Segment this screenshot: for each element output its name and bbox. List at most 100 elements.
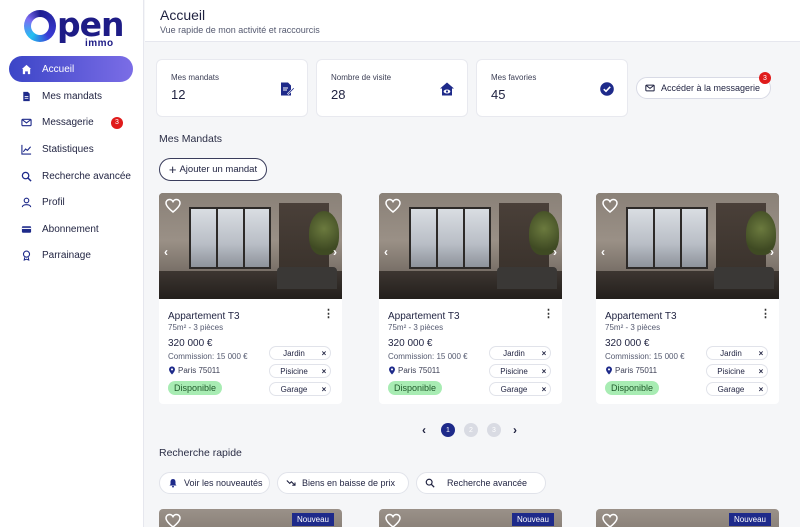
card-menu-icon[interactable]: ⋮ [760,309,771,320]
sidebar-nav: Accueil Mes mandats Messagerie 3 Statist… [9,56,133,269]
amenity-tag-label: Garage [500,384,528,394]
sidebar-item-mes-mandats[interactable]: Mes mandats [9,83,133,110]
property-photo[interactable]: ‹ › [379,193,562,299]
sidebar-item-label: Statistiques [42,143,94,155]
sidebar-item-label: Profil [42,197,65,209]
sidebar-item-abonnement[interactable]: Abonnement [9,216,133,243]
pagination-next-button[interactable]: › [513,423,517,437]
property-photo[interactable]: ‹ › [159,193,342,299]
location-pin-icon [606,366,612,375]
quick-search-card[interactable]: Nouveau [596,509,779,527]
sidebar-item-parrainage[interactable]: Parrainage [9,243,133,270]
property-location: Paris 75011 [605,366,657,375]
sidebar-item-accueil[interactable]: Accueil [9,56,133,82]
property-location: Paris 75011 [168,366,220,375]
mail-icon [19,116,33,130]
page-header: Accueil Vue rapide de mon activité et ra… [145,0,800,42]
open-messaging-label: Accéder à la messagerie [661,83,761,93]
favorite-heart-icon[interactable] [385,513,401,527]
sidebar-item-profil[interactable]: Profil [9,189,133,216]
property-price: 320 000 € [605,338,650,349]
add-mandat-button[interactable]: + Ajouter un mandat [159,158,267,181]
amenity-tag[interactable]: Pisicine × [269,364,331,378]
favorite-heart-icon[interactable] [165,513,181,527]
pagination-prev-button[interactable]: ‹ [422,423,426,437]
sidebar-item-label: Accueil [42,63,75,75]
remove-tag-icon[interactable]: × [538,385,550,394]
photo-window [409,207,491,269]
open-messaging-button[interactable]: Accéder à la messagerie [636,77,771,99]
bell-icon [169,479,177,488]
photo-prev-chevron-icon[interactable]: ‹ [164,245,168,259]
stat-card-visites[interactable]: Nombre de visite 28 [316,59,468,117]
new-badge: Nouveau [728,513,771,526]
favorite-heart-icon[interactable] [602,198,618,214]
open-immo-logo[interactable]: pen immo [24,5,124,54]
amenity-tag-label: Pisicine [280,366,308,376]
photo-prev-chevron-icon[interactable]: ‹ [601,245,605,259]
quick-search-card[interactable]: Nouveau [379,509,562,527]
pagination-page-1[interactable]: 1 [441,423,455,437]
photo-sofa [277,267,337,289]
advanced-search-label: Recherche avancée [447,478,528,488]
search-icon [425,478,435,488]
amenity-tag[interactable]: Garage × [489,382,551,396]
amenity-tag[interactable]: Pisicine × [706,364,768,378]
sidebar-item-recherche-avancee[interactable]: Recherche avancée [9,163,133,190]
new-listings-button[interactable]: Voir les nouveautés [159,472,270,494]
property-name: Appartement T3 [605,311,677,322]
photo-next-chevron-icon[interactable]: › [553,245,557,259]
remove-tag-icon[interactable]: × [318,385,330,394]
remove-tag-icon[interactable]: × [755,349,767,358]
quick-search-card[interactable]: Nouveau [159,509,342,527]
favorite-heart-icon[interactable] [602,513,618,527]
sidebar-item-statistiques[interactable]: Statistiques [9,136,133,163]
stat-card-favoris[interactable]: Mes favories 45 [476,59,628,117]
amenity-tag[interactable]: Jardin × [269,346,331,360]
favorite-heart-icon[interactable] [385,198,401,214]
remove-tag-icon[interactable]: × [318,367,330,376]
new-badge: Nouveau [511,513,554,526]
sidebar-item-messagerie[interactable]: Messagerie 3 [9,110,133,137]
photo-window-frame [216,207,218,269]
price-drop-label: Biens en baisse de prix [302,478,396,488]
sidebar-item-label: Abonnement [42,223,99,235]
amenity-tag[interactable]: Pisicine × [489,364,551,378]
status-badge: Disponible [605,381,660,395]
amenity-tag-label: Pisicine [500,366,528,376]
user-icon [19,196,33,210]
stat-card-mandats[interactable]: Mes mandats 12 [156,59,308,117]
photo-window-frame [436,207,438,269]
amenity-tag[interactable]: Jardin × [706,346,768,360]
property-location: Paris 75011 [388,366,440,375]
price-drop-button[interactable]: Biens en baisse de prix [277,472,409,494]
amenity-tag[interactable]: Garage × [706,382,768,396]
messagerie-count-badge: 3 [111,116,123,129]
advanced-search-button[interactable]: Recherche avancée [416,472,546,494]
photo-next-chevron-icon[interactable]: › [333,245,337,259]
location-pin-icon [389,366,395,375]
property-surface: 75m² - 3 pièces [168,323,224,332]
property-name: Appartement T3 [388,311,460,322]
pagination-page-2[interactable]: 2 [464,423,478,437]
property-name: Appartement T3 [168,311,240,322]
remove-tag-icon[interactable]: × [538,349,550,358]
sidebar-item-label: Recherche avancée [42,170,131,182]
photo-window-frame [243,207,245,269]
photo-prev-chevron-icon[interactable]: ‹ [384,245,388,259]
pagination-page-3[interactable]: 3 [487,423,501,437]
remove-tag-icon[interactable]: × [755,367,767,376]
card-menu-icon[interactable]: ⋮ [323,309,334,320]
photo-next-chevron-icon[interactable]: › [770,245,774,259]
remove-tag-icon[interactable]: × [318,349,330,358]
card-menu-icon[interactable]: ⋮ [543,309,554,320]
amenity-tag[interactable]: Garage × [269,382,331,396]
amenity-tag[interactable]: Jardin × [489,346,551,360]
property-photo[interactable]: ‹ › [596,193,779,299]
remove-tag-icon[interactable]: × [538,367,550,376]
add-mandat-label: Ajouter un mandat [179,164,258,175]
favorite-heart-icon[interactable] [165,198,181,214]
amenity-tag-label: Jardin [720,348,742,358]
remove-tag-icon[interactable]: × [755,385,767,394]
sidebar-item-label: Mes mandats [42,90,103,102]
